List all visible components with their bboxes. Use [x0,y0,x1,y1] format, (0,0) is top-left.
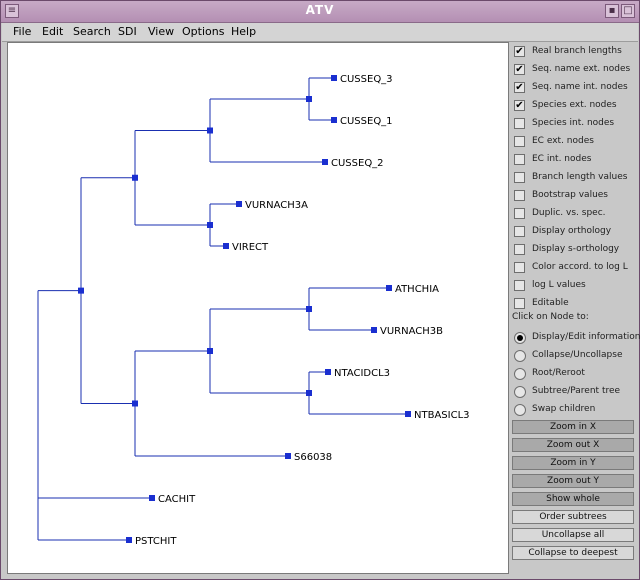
menu-file[interactable]: File [13,25,31,38]
tree-canvas[interactable]: CUSSEQ_3 CUSSEQ_1 CUSSEQ_2 VURNACH3A VIRECT A… [7,42,509,574]
leaf-label-ntacidcl3[interactable]: NTACIDCL3 [334,368,390,379]
internal-node-n1[interactable] [78,287,84,294]
option-label: Seq. name int. nodes [532,82,628,92]
control-panel: ✔ Real branch lengths ✔ Seq. name ext. node… [510,42,640,574]
internal-node-n7[interactable] [207,348,213,354]
option-label: Species ext. nodes [532,100,617,110]
menu-help[interactable]: Help [231,25,256,38]
checkbox-unchecked-icon[interactable] [514,262,525,273]
internal-node-n8[interactable] [306,306,312,312]
leaf-node-vurnach3a[interactable] [236,201,242,207]
uncollapse-all-button[interactable]: Uncollapse all [512,528,634,542]
checkbox-unchecked-icon[interactable] [514,136,525,147]
leaf-node-virect[interactable] [223,243,229,249]
maximize-icon[interactable]: □ [621,4,635,18]
menu-options[interactable]: Options [182,25,224,38]
option-label: Display s-orthology [532,244,620,254]
menu-search[interactable]: Search [73,25,111,38]
radio-unselected-icon[interactable] [514,350,526,362]
collapse-to-deepest-button[interactable]: Collapse to deepest [512,546,634,560]
zoom-in-y-button[interactable]: Zoom in Y [512,456,634,470]
checkbox-checked-icon[interactable]: ✔ [514,64,525,75]
checkbox-checked-icon[interactable]: ✔ [514,82,525,93]
checkbox-unchecked-icon[interactable] [514,118,525,129]
internal-node-n6[interactable] [132,400,138,407]
action-label: Root/Reroot [532,368,585,378]
zoom-out-x-button[interactable]: Zoom out X [512,438,634,452]
leaf-label-ntbasicl3[interactable]: NTBASICL3 [414,410,470,421]
zoom-in-x-button[interactable]: Zoom in X [512,420,634,434]
checkbox-unchecked-icon[interactable] [514,280,525,291]
leaf-label-vurnach3a[interactable]: VURNACH3A [245,200,308,211]
option-label: EC int. nodes [532,154,592,164]
show-whole-button[interactable]: Show whole [512,492,634,506]
radio-unselected-icon[interactable] [514,368,526,380]
action-label: Subtree/Parent tree [532,386,621,396]
minimize-icon[interactable]: ▪ [605,4,619,18]
phylogenetic-tree[interactable]: CUSSEQ_3 CUSSEQ_1 CUSSEQ_2 VURNACH3A VIRECT A… [8,43,508,573]
checkbox-unchecked-icon[interactable] [514,244,525,255]
window-title: ATV [305,3,335,17]
option-label: log L values [532,280,586,290]
radio-unselected-icon[interactable] [514,386,526,398]
menu-view[interactable]: View [148,25,174,38]
order-subtrees-button[interactable]: Order subtrees [512,510,634,524]
leaf-node-ntacidcl3[interactable] [325,369,331,375]
atv-window: ≡ ATV ▪ □ File Edit Search SDI View Opti… [0,0,640,580]
menu-edit[interactable]: Edit [42,25,63,38]
radio-unselected-icon[interactable] [514,404,526,416]
leaf-label-virect[interactable]: VIRECT [232,242,269,253]
leaf-label-cusseq-1[interactable]: CUSSEQ_1 [340,116,393,127]
leaf-node-cachit[interactable] [149,495,155,501]
radio-selected-icon[interactable] [514,332,526,344]
leaf-node-cusseq-3[interactable] [331,75,337,81]
option-label: Seq. name ext. nodes [532,64,631,74]
option-label: Species int. nodes [532,118,615,128]
action-label: Collapse/Uncollapse [532,350,623,360]
menu-bar: File Edit Search SDI View Options Help [2,23,638,42]
leaf-label-s66038[interactable]: S66038 [294,452,332,463]
leaf-label-athchia[interactable]: ATHCHIA [395,284,439,295]
leaf-node-cusseq-2[interactable] [322,159,328,165]
checkbox-unchecked-icon[interactable] [514,154,525,165]
checkbox-unchecked-icon[interactable] [514,298,525,309]
checkbox-unchecked-icon[interactable] [514,172,525,183]
option-label: Display orthology [532,226,612,236]
option-label: Real branch lengths [532,46,622,56]
option-label: EC ext. nodes [532,136,594,146]
checkbox-unchecked-icon[interactable] [514,190,525,201]
click-section-label: Click on Node to: [512,312,589,322]
option-label: Branch length values [532,172,628,182]
checkbox-checked-icon[interactable]: ✔ [514,100,525,111]
option-label: Editable [532,298,569,308]
leaf-label-cusseq-2[interactable]: CUSSEQ_2 [331,158,384,169]
option-label: Bootstrap values [532,190,608,200]
title-bar[interactable]: ≡ ATV ▪ □ [1,1,639,23]
checkbox-unchecked-icon[interactable] [514,226,525,237]
checkbox-checked-icon[interactable]: ✔ [514,46,525,57]
menu-sdi[interactable]: SDI [118,25,137,38]
internal-node-n2[interactable] [132,174,138,181]
internal-node-n4[interactable] [306,96,312,102]
leaf-node-cusseq-1[interactable] [331,117,337,123]
internal-node-n5[interactable] [207,222,213,228]
option-label: Duplic. vs. spec. [532,208,606,218]
leaf-node-vurnach3b[interactable] [371,327,377,333]
leaf-label-cusseq-3[interactable]: CUSSEQ_3 [340,74,393,85]
leaf-node-s66038[interactable] [285,453,291,459]
option-label: Color accord. to log L [532,262,628,272]
leaf-label-cachit[interactable]: CACHIT [158,494,196,505]
leaf-node-athchia[interactable] [386,285,392,291]
internal-node-n9[interactable] [306,390,312,396]
checkbox-unchecked-icon[interactable] [514,208,525,219]
action-label: Display/Edit information [532,332,640,342]
leaf-label-pstchit[interactable]: PSTCHIT [135,536,177,547]
action-label: Swap children [532,404,596,414]
leaf-node-ntbasicl3[interactable] [405,411,411,417]
leaf-label-vurnach3b[interactable]: VURNACH3B [380,326,443,337]
leaf-node-pstchit[interactable] [126,537,132,543]
zoom-out-y-button[interactable]: Zoom out Y [512,474,634,488]
internal-node-n3[interactable] [207,127,213,134]
